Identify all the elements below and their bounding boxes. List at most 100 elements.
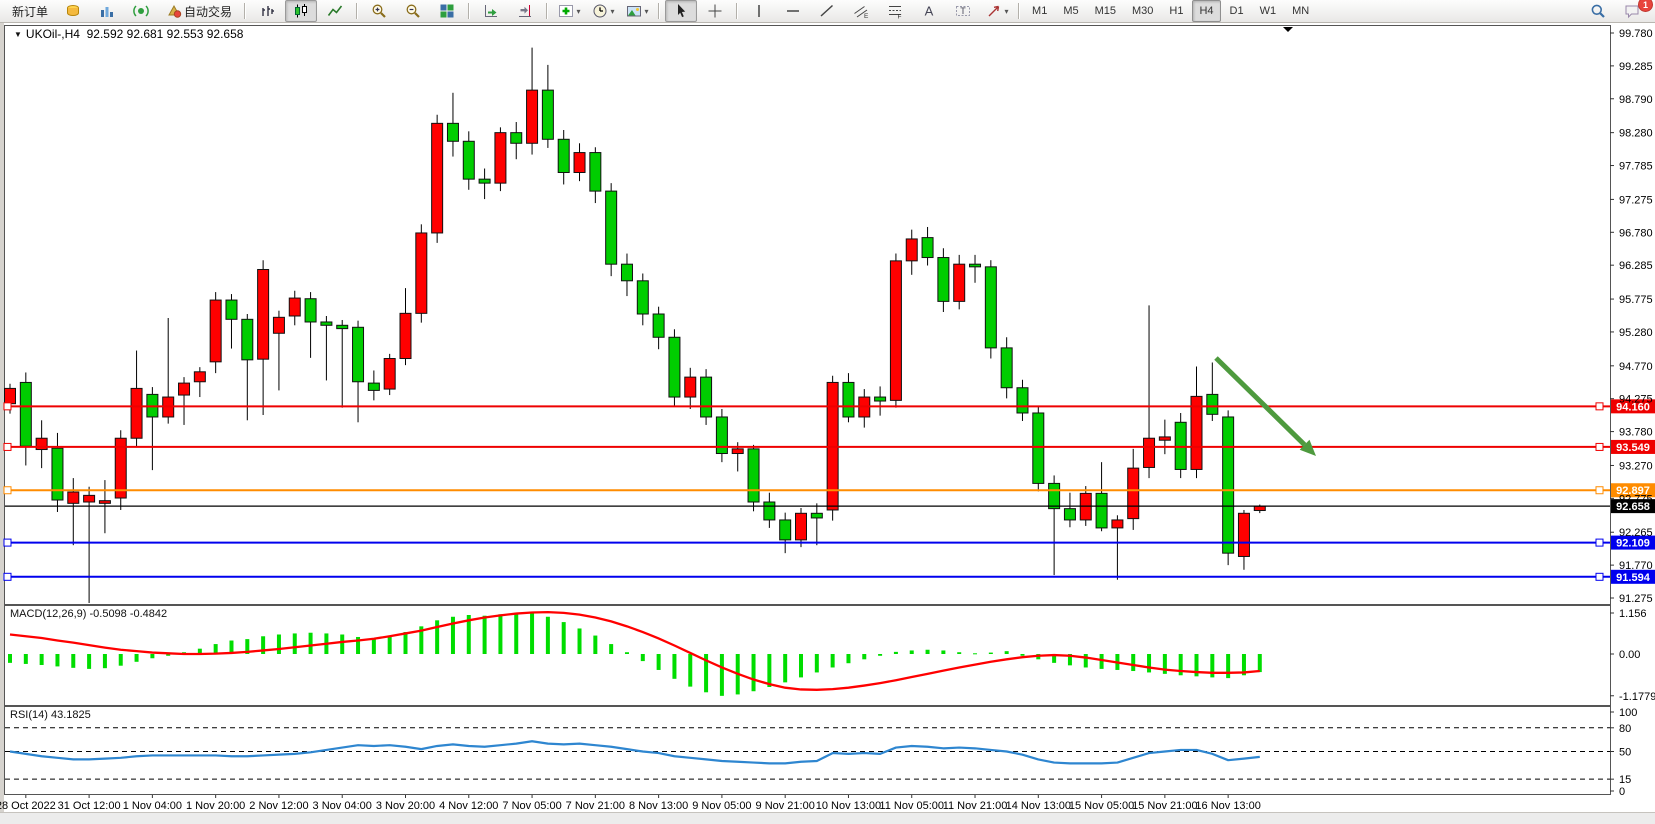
bear-candle: [780, 520, 791, 540]
svg-text:E: E: [864, 13, 869, 19]
time-axis[interactable]: 28 Oct 202231 Oct 12:001 Nov 04:001 Nov …: [0, 795, 1655, 813]
macd-histogram-bar: [720, 654, 724, 696]
auto-scroll-button[interactable]: [475, 0, 507, 22]
price-badge-label: 91.594: [1616, 572, 1651, 584]
timeframe-button-h4[interactable]: H4: [1192, 0, 1220, 22]
macd-histogram-bar: [1147, 654, 1151, 672]
zoom-in-icon: [371, 3, 387, 19]
macd-histogram-bar: [578, 628, 582, 654]
chevron-down-icon: ▾: [611, 7, 615, 16]
timeframe-button-d1[interactable]: D1: [1223, 0, 1251, 22]
bear-candle: [1175, 422, 1186, 469]
price-tick-label: 91.275: [1619, 593, 1653, 605]
new-order-button[interactable]: 新订单: [5, 0, 55, 22]
bar-chart-button[interactable]: [251, 0, 283, 22]
text-button[interactable]: A: [913, 0, 945, 22]
macd-histogram-bar: [103, 654, 107, 668]
zoom-out-button[interactable]: [397, 0, 429, 22]
auto-scroll-icon: [483, 3, 499, 19]
macd-histogram-bar: [1005, 651, 1009, 654]
tile-windows-button[interactable]: [431, 0, 463, 22]
time-tick-label: 11 Nov 21:00: [943, 800, 1008, 812]
macd-histogram-bar: [1084, 654, 1088, 667]
fibonacci-icon: F: [887, 3, 903, 19]
toolbar-separator: [546, 3, 548, 19]
rsi-level-label: 0: [1619, 786, 1625, 795]
notifications-button[interactable]: 1: [1616, 0, 1648, 22]
price-chart-panel[interactable]: 94.16093.54992.89792.65892.10991.59499.7…: [0, 25, 1655, 605]
bull-candle: [84, 495, 95, 502]
crosshair-button[interactable]: [699, 0, 731, 22]
price-badge-label: 92.109: [1616, 538, 1650, 550]
bear-candle: [1049, 483, 1060, 508]
macd-panel[interactable]: 1.1560.00-1.1779: [0, 605, 1655, 706]
fibonacci-button[interactable]: F: [879, 0, 911, 22]
price-tick-label: 95.775: [1619, 294, 1653, 306]
signal-icon: [133, 3, 149, 19]
macd-histogram-bar: [24, 654, 28, 664]
macd-histogram-bar: [894, 652, 898, 654]
zoom-in-button[interactable]: [363, 0, 395, 22]
toolbar-separator: [244, 3, 246, 19]
rsi-level-label: 15: [1619, 774, 1631, 786]
macd-histogram-bar: [593, 636, 597, 654]
text-label-icon: T: [955, 3, 971, 19]
time-tick-label: 1 Nov 04:00: [123, 800, 182, 812]
coins-icon-button[interactable]: [57, 0, 89, 22]
timeframe-button-h1[interactable]: H1: [1162, 0, 1190, 22]
bull-candle: [432, 123, 443, 233]
line-chart-button[interactable]: [319, 0, 351, 22]
cursor-button[interactable]: [665, 0, 697, 22]
macd-histogram-bar: [87, 654, 91, 669]
channel-button[interactable]: E: [845, 0, 877, 22]
macd-histogram-bar: [498, 614, 502, 654]
macd-histogram-bar: [926, 650, 930, 654]
timeframe-button-w1[interactable]: W1: [1253, 0, 1284, 22]
timeframe-button-m30[interactable]: M30: [1125, 0, 1160, 22]
bull-candle: [384, 359, 395, 390]
line-handle: [4, 443, 11, 450]
bull-candle: [5, 388, 16, 403]
macd-histogram-bar: [878, 654, 882, 656]
rsi-panel[interactable]: 1008050150: [0, 706, 1655, 795]
macd-tick-label: 1.156: [1619, 608, 1647, 620]
chart-shift-button[interactable]: [509, 0, 541, 22]
bear-candle: [337, 325, 348, 328]
macd-histogram-bar: [372, 639, 376, 654]
search-button[interactable]: [1582, 0, 1614, 22]
bear-candle: [1033, 413, 1044, 483]
bear-candle: [637, 281, 648, 314]
bear-candle: [447, 123, 458, 141]
bull-candle: [495, 133, 506, 183]
macd-histogram-bar: [55, 654, 59, 666]
market-watch-button[interactable]: [91, 0, 123, 22]
price-tick-label: 91.770: [1619, 560, 1653, 572]
auto-trading-button[interactable]: 自动交易: [159, 0, 239, 22]
toolbar-separator: [736, 3, 738, 19]
horizontal-line-button[interactable]: [777, 0, 809, 22]
arrows-button[interactable]: ▾: [981, 0, 1013, 22]
bear-candle: [1064, 509, 1075, 520]
macd-histogram-bar: [435, 620, 439, 654]
periods-button[interactable]: ▾: [587, 0, 619, 22]
bull-candle: [210, 300, 221, 362]
timeframe-button-mn[interactable]: MN: [1285, 0, 1316, 22]
price-tick-label: 93.780: [1619, 427, 1653, 439]
text-label-button[interactable]: T: [947, 0, 979, 22]
macd-histogram-bar: [562, 622, 566, 654]
vertical-line-button[interactable]: [743, 0, 775, 22]
time-tick-label: 1 Nov 20:00: [186, 800, 245, 812]
templates-button[interactable]: ▾: [621, 0, 653, 22]
chevron-down-icon: ▾: [1005, 7, 1009, 16]
timeframe-button-m5[interactable]: M5: [1056, 0, 1085, 22]
candlestick-chart-button[interactable]: [285, 0, 317, 22]
macd-histogram-bar: [135, 654, 139, 662]
timeframe-button-m1[interactable]: M1: [1025, 0, 1054, 22]
macd-histogram-bar: [514, 613, 518, 654]
signal-button[interactable]: [125, 0, 157, 22]
indicators-button[interactable]: ▾: [553, 0, 585, 22]
symbol-dropdown-icon[interactable]: ▼: [14, 30, 22, 39]
trendline-button[interactable]: [811, 0, 843, 22]
bear-candle: [985, 267, 996, 348]
timeframe-button-m15[interactable]: M15: [1088, 0, 1123, 22]
